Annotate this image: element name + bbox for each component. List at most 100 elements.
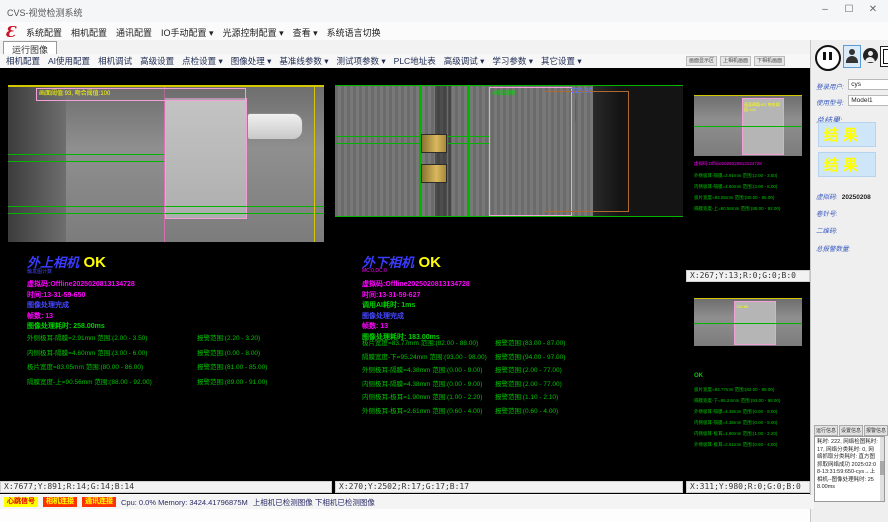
log-box: 运行信息 设置信息 报警信息 耗时: 222, 网络检图耗时: 17, 网络分类…	[814, 425, 885, 505]
measurement-value: 内侧极耳-隔膜=4.38mm 范围:(0.00 - 9.00)	[362, 378, 482, 388]
tab-highlight	[421, 164, 447, 183]
alarm-range: 报警范围:(2.00 - 77.00)	[495, 364, 562, 374]
thumbnail-measure-line: 外侧极耳-隔膜=4.38mm 范围:(0.00 - 9.00)	[694, 406, 812, 417]
menu-item[interactable]: 查看 ▾	[293, 26, 318, 39]
menu-item[interactable]: IO手动配置 ▾	[161, 26, 214, 39]
thumbnail-header-item[interactable]: 上相机画面	[720, 56, 751, 66]
model-input[interactable]: Model1	[848, 95, 888, 106]
thumbnail-view-bottom[interactable]: 720.80 OK 极片宽度=83.77mm 范围:(82.00 - 88.00…	[686, 283, 810, 481]
menu-item[interactable]: 系统语言切换	[327, 26, 381, 39]
toolbar-item[interactable]: 相机调试	[98, 55, 132, 67]
log-tab[interactable]: 设置信息	[839, 425, 863, 436]
qr-label: 二维码:	[816, 228, 837, 235]
menu-item[interactable]: 通讯配置	[116, 26, 152, 39]
toolbar-item[interactable]: 高级设置	[140, 55, 174, 67]
toolbar-item[interactable]: 测试项参数 ▾	[337, 55, 386, 67]
toolbar-item[interactable]: 学习参数 ▾	[492, 55, 533, 67]
needle-row: 卷针号:	[816, 203, 837, 221]
thumbnail-code-line: 虚拟码:Offline2025020813134728	[694, 161, 762, 167]
log-tab[interactable]: 运行信息	[814, 425, 838, 436]
menu-item[interactable]: 相机配置	[71, 26, 107, 39]
log-text[interactable]: 耗时: 222, 网络检图耗时: 17, 网络分类耗时: 0, 网络抓取分类耗时…	[814, 436, 885, 502]
log-scrollbar[interactable]	[880, 437, 884, 501]
thumbnail-header-item[interactable]: 画面显示区	[686, 56, 717, 66]
toolbar-item[interactable]: 相机配置	[6, 55, 40, 67]
alarm-range: 报警范围:(83.00 - 87.00)	[495, 337, 565, 347]
thumbnail-measure-line: 外侧极耳-极耳=2.61mm 范围:(0.60 - 4.00)	[694, 439, 812, 450]
alarm-range: 报警范围:(94.00 - 97.00)	[495, 351, 565, 361]
measurement-value: 外侧极耳-隔膜=2.91mm 范围:(2.00 - 3.50)	[27, 332, 147, 342]
log-tab[interactable]: 报警信息	[864, 425, 888, 436]
info-lines: 虚拟码:Offline2025020813134728 时间:13-31-59-…	[362, 279, 470, 342]
thumbnail-header: 画面显示区 上相机画面 下相机画面	[686, 55, 810, 66]
measurement-value: 内侧极耳-极耳=1.90mm 范围:(1.00 - 2.20)	[362, 391, 482, 401]
toolbar-item[interactable]: PLC地址表	[394, 55, 436, 67]
logout-button[interactable]: →	[880, 46, 888, 67]
measurement-value: 隔膜宽度-下=95.24mm 范围:(93.00 - 98.00)	[362, 351, 487, 361]
alarm-count-row: 总报警数量:	[816, 238, 850, 256]
measurement-value: 外侧极耳-隔膜=4.38mm 范围:(0.00 - 9.00)	[362, 364, 482, 374]
thumbnail-overlay-text: 720.80	[736, 304, 776, 309]
thumbnail-measure-line: 外侧极耳-隔膜=2.91mm 范围:(2.00 - 3.50)	[694, 170, 812, 181]
threshold-label: 画面阈值:93, 吻合阈值:100	[36, 88, 246, 101]
close-button[interactable]: ✕	[861, 3, 885, 18]
camera-status-text: 上相机已检测图像 下相机已检测图像	[253, 497, 375, 508]
toolbar-item[interactable]: 图像处理 ▾	[231, 55, 272, 67]
maximize-button[interactable]: ☐	[837, 3, 861, 18]
info-line: 图像处理完成	[27, 300, 135, 311]
menu-item[interactable]: 光源控制配置 ▾	[223, 26, 284, 39]
toolbar-item[interactable]: 基准线参数 ▾	[279, 55, 328, 67]
pause-button[interactable]	[815, 45, 841, 71]
side-panel: → 登录用户: cys 使用型号: Model1 总结果: 结果 结果 虚拟码:…	[810, 40, 888, 522]
app-window: { "window": {"title": "CVS-视觉检测系统", "min…	[0, 0, 888, 522]
thumbnail-measure-line: 内侧极耳-隔膜=4.38mm 范围:(0.00 - 9.00)	[694, 417, 812, 428]
thumbnail-measurements: 外侧极耳-隔膜=2.91mm 范围:(2.00 - 3.50) 内侧极耳-隔膜=…	[694, 170, 812, 214]
alarm-range: 报警范围:(2.20 - 3.20)	[197, 332, 260, 342]
thumbnail-view-top[interactable]: 画面阈值:93, 吻合阈值:100 虚拟码:Offline20250208131…	[686, 68, 810, 270]
thumbnail-image: 画面阈值:93, 吻合阈值:100	[694, 95, 802, 156]
status-badge: 相机连接	[43, 497, 77, 507]
info-line: 帧数: 13	[362, 321, 470, 332]
camera-subtext: 触发图计数	[27, 268, 52, 275]
image-shadow	[8, 87, 66, 242]
measurement-value: 隔膜宽度-上=90.56mm 范围:(88.00 - 92.00)	[27, 376, 152, 386]
toolbar-item[interactable]: 点检设置 ▾	[182, 55, 223, 67]
gripper-part	[247, 113, 303, 140]
baseline-line	[8, 213, 324, 214]
result-block: 结果	[818, 152, 876, 177]
log-tabs: 运行信息 设置信息 报警信息	[814, 425, 885, 436]
thumbnail-overlay-text: 画面阈值:93, 吻合阈值:100	[744, 102, 784, 112]
thumbnail-measure-line: 隔膜宽度-下=95.24mm 范围:(93.00 - 98.00)	[694, 395, 812, 406]
toolbar-item[interactable]: 其它设置 ▾	[541, 55, 582, 67]
tabstrip: 运行图像	[0, 40, 888, 55]
baseline-line	[8, 154, 165, 155]
thumbnail-header-item[interactable]: 下相机画面	[754, 56, 785, 66]
info-line: 图像处理完成	[362, 311, 470, 322]
menu-item[interactable]: 系统配置	[26, 26, 62, 39]
alarm-range: 报警范围:(1.10 - 2.10)	[495, 391, 558, 401]
thumbnail-measure-line: 内侧极耳-隔膜=4.60mm 范围:(3.00 - 6.00)	[694, 181, 812, 192]
cpu-memory-text: Cpu: 0.0% Memory: 3424.41796875M	[121, 498, 248, 507]
machine-image-upper	[8, 85, 324, 242]
minimize-button[interactable]: –	[813, 3, 837, 18]
needle-label: 卷针号:	[816, 211, 837, 218]
info-line: 虚拟码:Offline2025020813134728	[27, 279, 135, 290]
camera-view-lower[interactable]: AI检测框 720.80 外下相机 OK MC:0,DC:0 虚拟码:Offli…	[335, 68, 683, 481]
machine-image-lower: AI检测框 720.80	[335, 85, 683, 217]
toolbar-item[interactable]: 高级调试 ▾	[444, 55, 485, 67]
ai-detect-box-label: AI检测框	[492, 88, 516, 97]
status-ok: OK	[418, 254, 441, 271]
camera-view-upper[interactable]: 画面阈值:93, 吻合阈值:100 外上相机 OK 触发图计数 虚拟码:Offl…	[0, 68, 332, 481]
virtual-code-value: 20250208	[842, 194, 871, 201]
operator-button[interactable]	[863, 48, 878, 63]
login-user-input[interactable]: cys	[848, 79, 888, 90]
model-row: 使用型号: Model1	[816, 92, 888, 110]
alarm-range: 报警范围:(0.60 - 4.00)	[495, 405, 558, 415]
status-badge: 通讯连接	[82, 497, 116, 507]
edge-marker-line	[314, 87, 315, 242]
window-title: CVS-视觉检测系统	[7, 6, 83, 19]
measurement-value: 外侧极耳-极耳=2.61mm 范围:(0.60 - 4.00)	[362, 405, 482, 415]
qr-row: 二维码:	[816, 220, 837, 238]
toolbar-item[interactable]: AI使用配置	[48, 55, 90, 67]
user-login-button[interactable]	[843, 45, 861, 68]
